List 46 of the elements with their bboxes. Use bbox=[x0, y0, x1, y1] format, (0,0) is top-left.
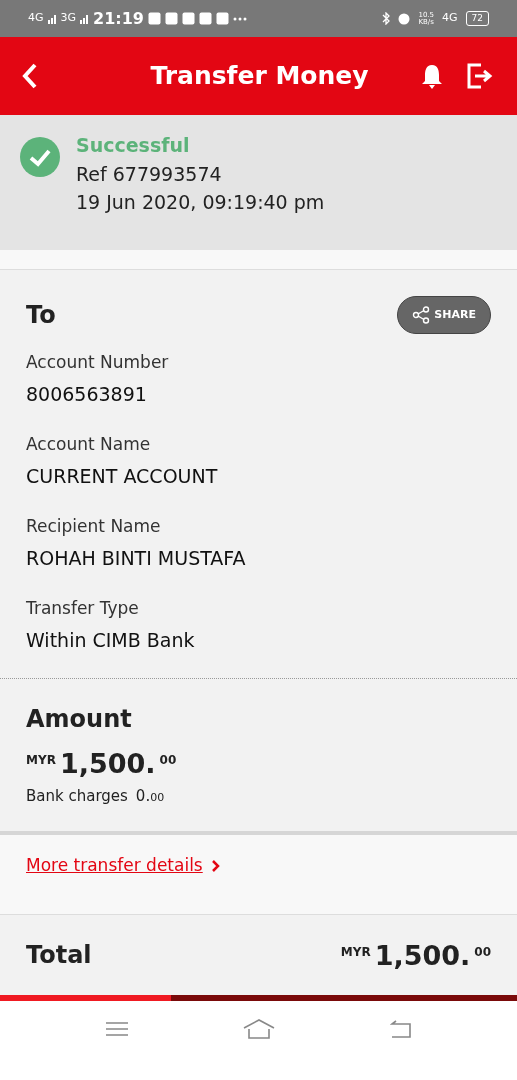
battery-level: 72 bbox=[465, 10, 489, 27]
app-notification-icon bbox=[165, 12, 178, 25]
signal-icon bbox=[80, 13, 90, 24]
app-notification-icon bbox=[216, 12, 229, 25]
page-title: Transfer Money bbox=[150, 61, 369, 91]
app-notification-icon bbox=[182, 12, 195, 25]
bell-icon[interactable] bbox=[421, 63, 443, 89]
currency-label: MYR bbox=[26, 753, 56, 766]
more-details-link[interactable]: More transfer details bbox=[26, 853, 220, 879]
status-text: Successful bbox=[76, 133, 191, 158]
signal-icon bbox=[47, 13, 57, 24]
charges-value: 0.00 bbox=[135, 785, 165, 807]
field-value: ROHAH BINTI MUSTAFA bbox=[26, 545, 247, 571]
total-cents: 00 bbox=[474, 945, 491, 958]
amount-cents: 00 bbox=[159, 753, 177, 766]
field-value: Within CIMB Bank bbox=[26, 627, 196, 653]
clock-time: 21:19 bbox=[93, 7, 144, 30]
more-icon bbox=[233, 16, 247, 21]
section-heading: Amount bbox=[26, 705, 133, 734]
field-label: Account Name bbox=[26, 433, 152, 456]
currency-label: MYR bbox=[340, 945, 371, 958]
app-notification-icon bbox=[199, 12, 212, 25]
network-label: 4G bbox=[442, 10, 458, 27]
field-value: CURRENT ACCOUNT bbox=[26, 463, 219, 489]
back-icon[interactable] bbox=[389, 1020, 412, 1039]
field-value: 8006563891 bbox=[26, 381, 148, 407]
total-value: 1,500. bbox=[374, 941, 471, 969]
success-check-icon bbox=[20, 137, 60, 177]
app-notification-icon bbox=[148, 12, 161, 25]
chevron-right-icon bbox=[210, 859, 220, 874]
share-button[interactable]: SHARE bbox=[397, 296, 491, 334]
charges-label: Bank charges bbox=[26, 785, 128, 807]
network-label: 4G bbox=[28, 10, 44, 27]
transaction-datetime: 19 Jun 2020, 09:19:40 pm bbox=[76, 190, 325, 215]
share-icon bbox=[412, 306, 431, 324]
bluetooth-icon bbox=[382, 12, 391, 25]
total-label: Total bbox=[26, 940, 92, 972]
amount-value: 1,500. bbox=[59, 749, 156, 777]
logout-icon[interactable] bbox=[467, 63, 495, 89]
section-heading: To bbox=[26, 300, 56, 330]
field-label: Transfer Type bbox=[26, 597, 140, 620]
reference-number: Ref 677993574 bbox=[76, 161, 223, 187]
field-label: Recipient Name bbox=[26, 515, 162, 538]
network-label: 3G bbox=[60, 10, 77, 27]
field-label: Account Number bbox=[26, 351, 170, 374]
home-icon[interactable] bbox=[243, 1019, 276, 1040]
